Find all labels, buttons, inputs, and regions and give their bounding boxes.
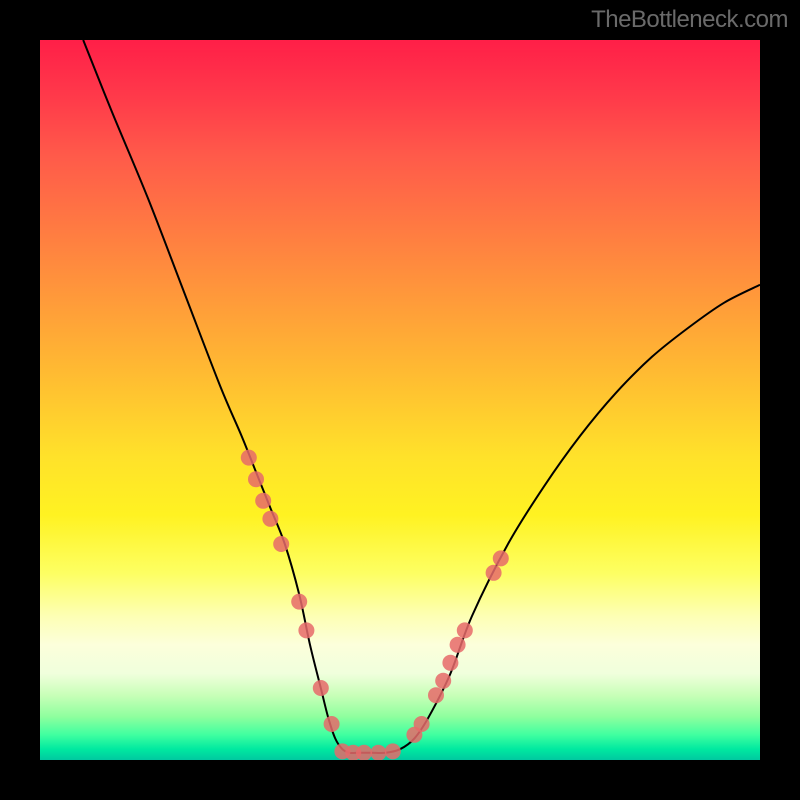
data-point	[324, 716, 340, 732]
data-point	[414, 716, 430, 732]
highlight-dots	[241, 450, 509, 760]
data-point	[385, 743, 401, 759]
data-point	[313, 680, 329, 696]
data-point	[291, 594, 307, 610]
data-point	[248, 471, 264, 487]
data-point	[298, 622, 314, 638]
data-point	[262, 511, 278, 527]
data-point	[457, 622, 473, 638]
bottleneck-curve	[83, 40, 760, 753]
data-point	[273, 536, 289, 552]
data-point	[241, 450, 257, 466]
data-point	[428, 687, 444, 703]
data-point	[493, 550, 509, 566]
data-point	[486, 565, 502, 581]
data-point	[442, 655, 458, 671]
chart-svg	[40, 40, 760, 760]
data-point	[435, 673, 451, 689]
watermark-text: TheBottleneck.com	[591, 6, 788, 34]
data-point	[255, 493, 271, 509]
data-point	[450, 637, 466, 653]
plot-area	[40, 40, 760, 760]
data-point	[370, 745, 386, 760]
